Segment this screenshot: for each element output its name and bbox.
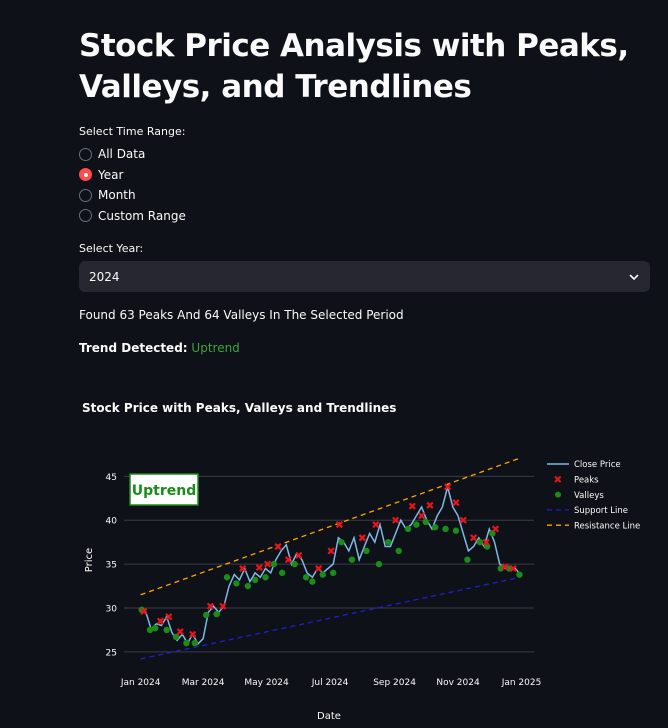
legend-item[interactable]: Peaks xyxy=(554,475,599,486)
valley-marker xyxy=(452,527,460,534)
x-tick-label: May 2024 xyxy=(244,678,289,688)
legend-item[interactable]: Close Price xyxy=(547,460,621,470)
valley-marker xyxy=(278,569,286,577)
valley-marker xyxy=(183,639,190,647)
legend-swatch xyxy=(555,491,561,498)
valley-marker xyxy=(319,571,326,578)
legend-label: Peaks xyxy=(574,476,599,486)
peak-marker xyxy=(189,630,197,638)
valley-marker xyxy=(329,569,337,577)
legend-label: Support Line xyxy=(574,506,628,516)
x-tick-label: Nov 2024 xyxy=(436,678,480,688)
peak-marker xyxy=(156,617,164,625)
valley-marker xyxy=(302,574,310,581)
chart-title: Stock Price with Peaks, Valleys and Tren… xyxy=(82,401,396,415)
legend-label: Resistance Line xyxy=(574,521,640,531)
peak-marker xyxy=(315,564,323,573)
peak-marker xyxy=(255,564,263,572)
x-tick-label: Sep 2024 xyxy=(373,678,416,688)
valley-marker xyxy=(516,571,523,578)
valley-marker xyxy=(309,578,316,585)
y-axis-ticks: 25 30 35 40 45 xyxy=(106,473,118,659)
valley-marker xyxy=(223,574,231,581)
peak-marker xyxy=(274,542,282,551)
peak-marker xyxy=(491,525,500,533)
x-tick-label: Jan 2024 xyxy=(120,678,161,688)
valley-marker xyxy=(385,538,392,546)
x-tick-label: Jul 2024 xyxy=(311,678,349,688)
peak-marker xyxy=(327,547,335,555)
valley-marker xyxy=(163,626,170,634)
valley-marker xyxy=(363,547,370,555)
peak-marker xyxy=(176,628,184,636)
valley-marker xyxy=(291,560,298,568)
valley-marker xyxy=(213,610,220,618)
y-axis-label: Price xyxy=(84,548,95,572)
valley-marker xyxy=(338,538,345,546)
x-axis-ticks: Jan 2024 Mar 2024 May 2024 Jul 2024 Sep 2024… xyxy=(120,678,542,688)
legend-item[interactable]: Support Line xyxy=(547,506,628,516)
valley-marker xyxy=(395,547,402,555)
chart-legend[interactable]: Close Price Peaks Valleys Support Line Resis… xyxy=(547,460,640,531)
valley-marker xyxy=(375,560,383,568)
y-tick-label: 45 xyxy=(106,473,117,483)
legend-item[interactable]: Valleys xyxy=(555,491,604,501)
valley-marker xyxy=(251,576,259,584)
y-tick-label: 40 xyxy=(106,517,118,527)
peak-marker xyxy=(408,502,416,510)
valley-marker xyxy=(152,624,159,632)
peak-marker xyxy=(452,499,460,507)
valley-marker xyxy=(191,639,198,647)
valley-marker xyxy=(244,582,252,590)
peak-marker xyxy=(372,521,380,529)
x-axis-label: Date xyxy=(317,711,341,722)
valley-marker xyxy=(413,521,420,528)
stock-price-chart[interactable]: Stock Price with Peaks, Valleys and Tren… xyxy=(0,0,668,728)
y-tick-label: 30 xyxy=(106,604,118,614)
y-tick-label: 35 xyxy=(106,561,117,571)
valley-marker xyxy=(348,556,356,563)
legend-swatch xyxy=(554,475,562,483)
peak-marker xyxy=(358,534,366,542)
valley-marker xyxy=(262,574,269,581)
x-tick-label: Jan 2025 xyxy=(501,678,542,688)
valley-marker xyxy=(464,556,471,563)
close-price-line xyxy=(140,483,522,646)
valley-marker xyxy=(431,524,439,531)
support-line xyxy=(140,576,521,660)
valley-marker xyxy=(422,518,429,526)
valley-marker xyxy=(476,538,484,546)
valley-marker xyxy=(233,580,240,587)
valley-marker xyxy=(404,525,412,533)
peak-marker xyxy=(470,534,478,542)
peak-marker xyxy=(426,501,434,509)
valley-marker xyxy=(270,560,278,568)
uptrend-annotation-text: Uptrend xyxy=(132,483,196,499)
legend-label: Close Price xyxy=(574,460,621,470)
legend-label: Valleys xyxy=(574,491,604,501)
legend-item[interactable]: Resistance Line xyxy=(547,521,640,531)
x-tick-label: Mar 2024 xyxy=(182,678,225,688)
uptrend-annotation: Uptrend xyxy=(129,473,199,506)
valley-marker xyxy=(442,525,449,533)
peak-marker xyxy=(418,512,426,520)
valley-marker xyxy=(203,611,210,619)
peak-marker xyxy=(295,551,303,559)
y-tick-label: 25 xyxy=(106,648,117,658)
